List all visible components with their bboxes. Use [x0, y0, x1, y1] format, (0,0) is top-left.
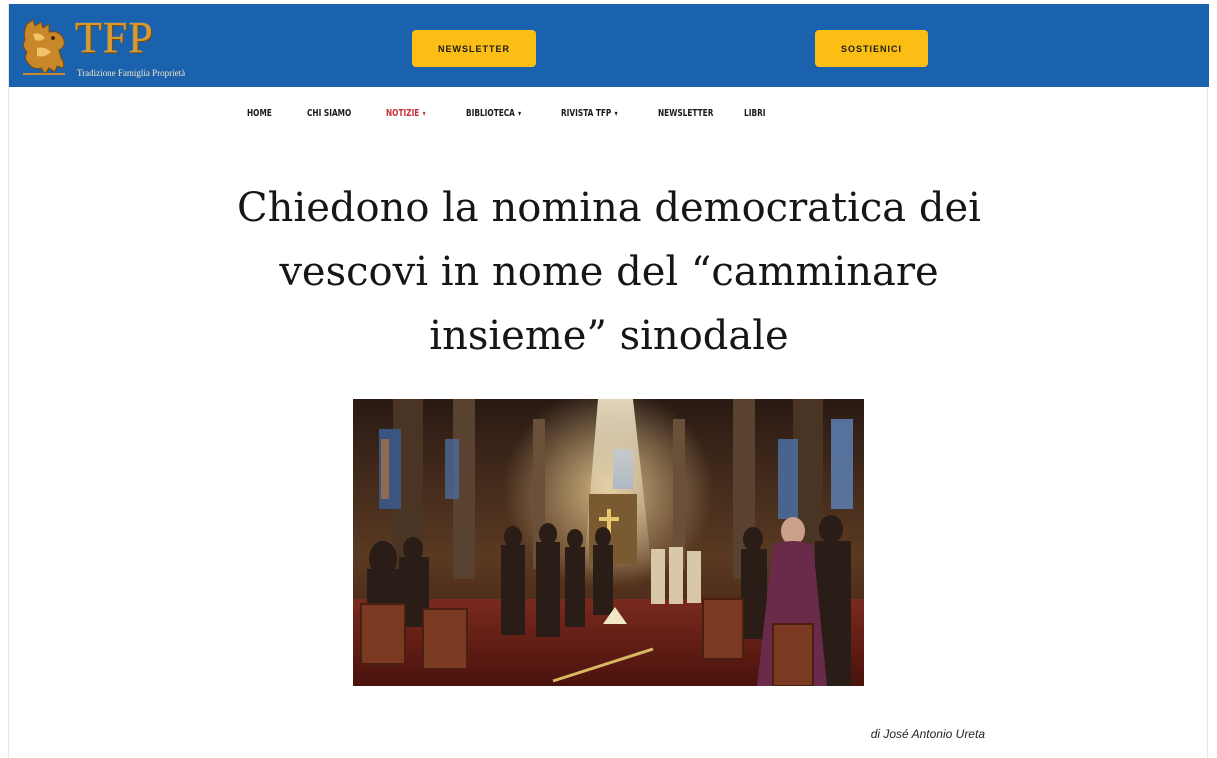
nav-item-chi-siamo[interactable]: CHI SIAMO [307, 108, 351, 119]
nav-item-newsletter[interactable]: NEWSLETTER [658, 108, 713, 119]
newsletter-button[interactable]: NEWSLETTER [412, 30, 536, 67]
sostienici-button[interactable]: SOSTIENICI [815, 30, 928, 67]
nav-item-notizie[interactable]: NOTIZIE ▾ [386, 108, 426, 119]
chevron-down-icon: ▾ [422, 109, 426, 118]
site-header: TFP Tradizione Famiglia Proprietà NEWSLE… [9, 4, 1209, 87]
nav-item-label: HOME [247, 108, 272, 119]
site-logo[interactable]: TFP Tradizione Famiglia Proprietà [17, 13, 187, 82]
lion-crest-icon [22, 19, 65, 75]
page-frame: TFP Tradizione Famiglia Proprietà NEWSLE… [8, 4, 1209, 758]
nav-item-label: RIVISTA TFP [561, 108, 612, 119]
nav-item-label: LIBRI [744, 108, 766, 119]
nav-item-biblioteca[interactable]: BIBLIOTECA ▾ [466, 108, 521, 119]
nav-item-label: BIBLIOTECA [466, 108, 515, 119]
chevron-down-icon: ▾ [614, 109, 618, 118]
article-hero-image [353, 399, 864, 686]
article-byline: di José Antonio Ureta [870, 727, 985, 741]
logo-wordmark: TFP [75, 13, 154, 62]
chevron-down-icon: ▾ [518, 109, 522, 118]
nav-item-rivista-tfp[interactable]: RIVISTA TFP ▾ [561, 108, 618, 119]
article-title: Chiedono la nomina democratica dei vesco… [237, 185, 981, 359]
cathedral-scene-image [353, 399, 864, 686]
main-nav: HOME CHI SIAMO NOTIZIE ▾ BIBLIOTECA ▾ RIVI… [9, 108, 1209, 128]
logo-tagline: Tradizione Famiglia Proprietà [77, 68, 186, 78]
nav-item-libri[interactable]: LIBRI [744, 108, 765, 119]
nav-item-label: NEWSLETTER [658, 108, 714, 119]
nav-item-home[interactable]: HOME [247, 108, 272, 119]
nav-item-label: NOTIZIE [386, 108, 420, 119]
nav-item-label: CHI SIAMO [307, 108, 352, 119]
